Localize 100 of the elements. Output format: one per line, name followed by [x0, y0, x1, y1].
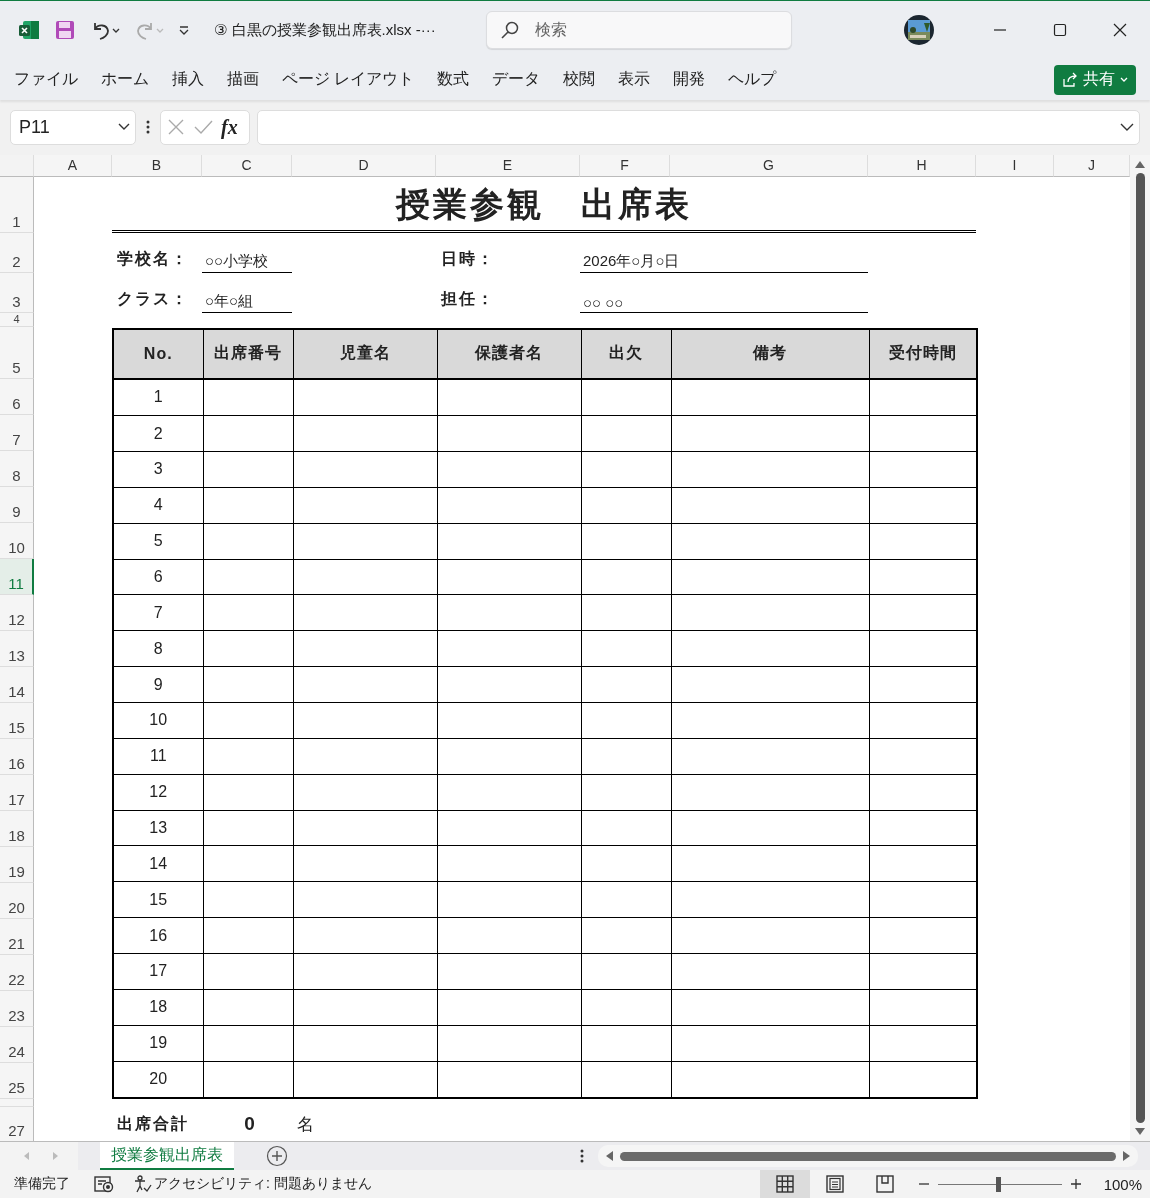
scroll-right-icon[interactable]	[1122, 1150, 1132, 1162]
table-cell: 10	[113, 702, 203, 739]
search-icon	[499, 20, 520, 41]
zoom-in-icon[interactable]	[1069, 1178, 1082, 1190]
row-header[interactable]: 5	[0, 326, 34, 379]
ribbon-tab[interactable]: 挿入	[172, 69, 204, 91]
row-header[interactable]: 24	[0, 1026, 34, 1063]
macro-recording-icon[interactable]	[94, 1175, 114, 1193]
ribbon-tab[interactable]: 校閲	[563, 69, 596, 91]
close-icon[interactable]	[1112, 22, 1128, 39]
horizontal-scrollbar[interactable]	[598, 1145, 1138, 1167]
column-header[interactable]: G	[670, 154, 868, 177]
column-heading: 保護者名	[437, 328, 581, 379]
table-cell: 7	[113, 594, 203, 631]
table-cell: 13	[113, 810, 203, 846]
row-header[interactable]: 9	[0, 486, 34, 523]
ribbon-tab[interactable]: 表示	[618, 69, 651, 91]
table-cell: 16	[113, 917, 203, 954]
save-icon[interactable]	[54, 19, 76, 42]
ribbon-tab[interactable]: ページ レイアウト	[282, 69, 415, 91]
total-label: 出席合計	[117, 1113, 189, 1134]
row-header[interactable]: 1	[0, 176, 34, 233]
ribbon-tab[interactable]: データ	[492, 69, 541, 91]
row-header[interactable]: 7	[0, 414, 34, 451]
search-field[interactable]: 検索	[485, 11, 792, 50]
row-header[interactable]: 6	[0, 378, 34, 415]
field-value: ○○小学校	[205, 251, 269, 271]
column-header[interactable]: H	[868, 154, 976, 177]
grid-icon	[825, 1175, 844, 1193]
row-header[interactable]: 2	[0, 232, 34, 273]
row-header[interactable]: 13	[0, 630, 34, 667]
expand-icon[interactable]	[1119, 122, 1135, 132]
row-header[interactable]: 15	[0, 702, 34, 739]
row-header[interactable]: 14	[0, 666, 34, 703]
row-header[interactable]: 8	[0, 450, 34, 487]
scroll-thumb[interactable]	[620, 1151, 1116, 1161]
column-header[interactable]: B	[112, 154, 202, 177]
share-button[interactable]: 共有	[1054, 64, 1136, 95]
more-options-icon[interactable]	[580, 1149, 584, 1163]
column-header[interactable]: A	[34, 154, 112, 177]
table-cell: 3	[113, 451, 203, 488]
field-label: 学校名：	[117, 248, 189, 269]
zoom-level[interactable]: 100%	[1103, 1175, 1142, 1193]
sheet-tab[interactable]: 授業参観出席表	[100, 1142, 234, 1170]
row-header[interactable]: 22	[0, 954, 34, 991]
table-cell: 18	[113, 989, 203, 1026]
table-cell: 11	[113, 738, 203, 775]
table-cell: 14	[113, 845, 203, 882]
vertical-scrollbar[interactable]	[1130, 154, 1150, 1142]
row-header[interactable]: 3	[0, 272, 34, 313]
ribbon-tab[interactable]: 数式	[437, 69, 470, 91]
row-header[interactable]: 11	[0, 558, 34, 595]
row-header[interactable]: 19	[0, 846, 34, 883]
row-header[interactable]: 12	[0, 594, 34, 631]
row-header[interactable]: 25	[0, 1062, 34, 1099]
column-header[interactable]: E	[436, 154, 580, 177]
column-heading: 児童名	[293, 328, 437, 379]
previous-sheet-icon	[22, 1151, 32, 1161]
row-header[interactable]: 10	[0, 522, 34, 559]
spreadsheet-app-icon	[18, 19, 40, 42]
scroll-left-icon[interactable]	[604, 1150, 614, 1162]
row-header[interactable]: 27	[0, 1106, 34, 1142]
field-value: ○年○組	[205, 291, 254, 311]
row-header[interactable]: 17	[0, 774, 34, 811]
normal-view-button[interactable]	[759, 1170, 810, 1198]
row-header[interactable]: 20	[0, 882, 34, 919]
table-cell: 15	[113, 881, 203, 918]
window-title: ③ 白黒の授業参観出席表.xlsx -···	[214, 20, 436, 40]
accessibility-icon	[134, 1175, 152, 1193]
maximize-icon[interactable]	[1052, 22, 1068, 39]
name-box[interactable]: P11	[10, 109, 136, 145]
accessibility-status[interactable]: アクセシビリティ: 問題ありません	[134, 1175, 372, 1193]
row-header[interactable]: 23	[0, 990, 34, 1027]
total-unit: 名	[297, 1113, 314, 1136]
row-header[interactable]: 21	[0, 918, 34, 955]
column-header[interactable]: J	[1054, 154, 1130, 177]
ribbon-tab[interactable]: 描画	[227, 69, 259, 91]
table-cell: 4	[113, 487, 203, 524]
table-cell: 1	[113, 378, 203, 416]
cancel-icon	[167, 118, 185, 137]
add-sheet-icon[interactable]	[266, 1145, 288, 1167]
column-header[interactable]: I	[976, 154, 1054, 177]
column-heading: 受付時間	[869, 328, 977, 379]
column-header[interactable]: D	[292, 154, 436, 177]
table-cell: 2	[113, 415, 203, 452]
ribbon-tab[interactable]: 開発	[673, 69, 706, 91]
customize-toolbar-icon[interactable]	[178, 25, 190, 35]
ribbon-tab[interactable]: ホーム	[101, 69, 149, 91]
ribbon-tab[interactable]: ヘルプ	[728, 69, 777, 91]
insert-function-button[interactable]: fx	[221, 115, 238, 139]
more-options-icon[interactable]	[146, 120, 150, 135]
caret-icon[interactable]	[112, 27, 120, 33]
ribbon-tab[interactable]: ファイル	[14, 69, 78, 91]
scroll-thumb[interactable]	[1135, 172, 1145, 1124]
column-header[interactable]: F	[580, 154, 670, 177]
row-header[interactable]: 18	[0, 810, 34, 847]
row-header[interactable]: 16	[0, 738, 34, 775]
formula-input[interactable]	[257, 109, 1140, 145]
column-header[interactable]: C	[202, 154, 292, 177]
zoom-slider-thumb[interactable]	[996, 1176, 1002, 1192]
